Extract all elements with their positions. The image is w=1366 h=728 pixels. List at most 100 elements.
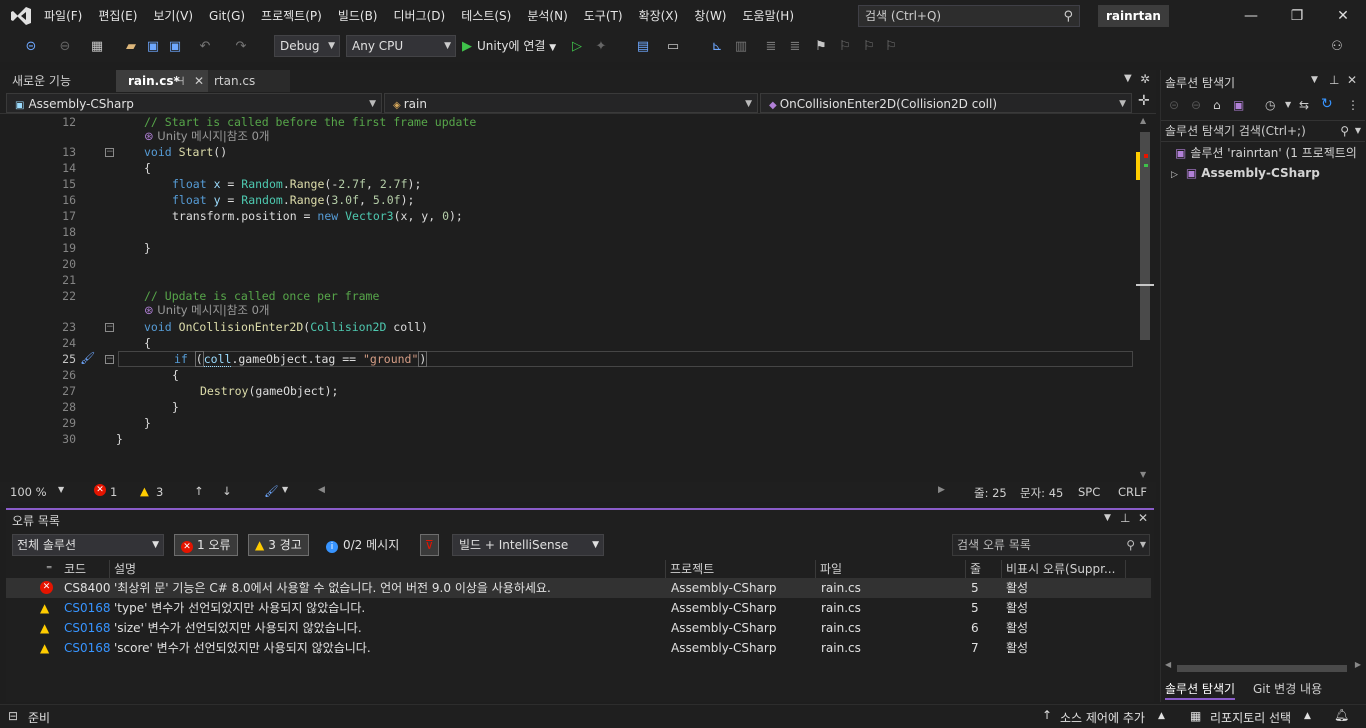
global-search-input[interactable]: 검색 (Ctrl+Q) ⚲: [858, 5, 1080, 27]
attach-unity-button[interactable]: ▶ Unity에 연결 ▼: [462, 35, 556, 57]
select-repository-button[interactable]: 리포지토리 선택: [1210, 709, 1291, 726]
comment-icon[interactable]: ▥: [732, 38, 750, 56]
forward-icon[interactable]: ⊖: [56, 38, 74, 56]
tab-solution-explorer[interactable]: 솔루션 탐색기: [1165, 680, 1236, 700]
live-share-icon[interactable]: ⚇: [1328, 38, 1346, 56]
line-ending-indicator[interactable]: CRLF: [1118, 485, 1147, 499]
scope-select[interactable]: 전체 솔루션 ▼: [12, 534, 164, 556]
close-panel-icon[interactable]: ✕: [1347, 73, 1357, 87]
menu-analyze[interactable]: 분석(N): [519, 0, 575, 32]
tab-rain-cs[interactable]: rain.cs* ⊣ ✕: [116, 70, 208, 92]
pending-changes-icon[interactable]: ◷: [1265, 98, 1275, 112]
member-dropdown[interactable]: ◆ OnCollisionEnter2D(Collision2D coll) ▼: [760, 93, 1132, 113]
table-row[interactable]: ✕ CS8400 '최상위 문' 기능은 C# 8.0에서 사용할 수 없습니다…: [6, 578, 1151, 598]
outdent-icon[interactable]: ≣: [786, 38, 804, 56]
settings-gear-icon[interactable]: ✲: [1140, 72, 1150, 86]
menu-extensions[interactable]: 확장(X): [631, 0, 687, 32]
tree-item-solution[interactable]: ▣ 솔루션 'rainrtan' (1 프로젝트의: [1175, 144, 1365, 162]
menu-test[interactable]: 테스트(S): [453, 0, 519, 32]
back-icon[interactable]: ⊝: [22, 38, 40, 56]
tree-item-project[interactable]: ▷ ▣ Assembly-CSharp: [1171, 164, 1320, 182]
codelens-references[interactable]: ⊛ Unity 메시지|참조 0개: [144, 129, 270, 144]
code-editor[interactable]: 12 13 14 15 16 17 18 19 20 21 22 23 24 2…: [8, 114, 1154, 482]
minimize-icon[interactable]: —: [1228, 0, 1274, 32]
codelens-references[interactable]: ⊛ Unity 메시지|참조 0개: [144, 303, 270, 318]
menu-view[interactable]: 보기(V): [145, 0, 201, 32]
hot-reload-icon[interactable]: ✦: [592, 38, 610, 56]
row-code-link[interactable]: CS0168: [64, 638, 111, 658]
menu-project[interactable]: 프로젝트(P): [253, 0, 330, 32]
expand-icon[interactable]: ▷: [1171, 170, 1178, 180]
collapse-icon[interactable]: −: [105, 148, 114, 157]
arrow-down-icon[interactable]: ↓: [222, 484, 232, 498]
scroll-down-icon[interactable]: ▼: [1140, 470, 1146, 479]
sort-icon[interactable]: ⁼: [42, 560, 58, 578]
chevron-up-icon[interactable]: ▲: [1158, 711, 1165, 721]
close-tab-icon[interactable]: ✕: [194, 70, 204, 92]
arrow-up-icon[interactable]: ↑: [194, 484, 204, 498]
messages-filter-button[interactable]: i 0/2 메시지: [326, 534, 399, 556]
browse-icon[interactable]: ▤: [634, 38, 652, 56]
filter-icon[interactable]: ⊽: [420, 534, 439, 556]
solution-search-input[interactable]: 솔루션 탐색기 검색(Ctrl+;) ⚲ ▼: [1161, 120, 1365, 142]
step-icon[interactable]: ⊾: [708, 38, 726, 56]
header-description[interactable]: 설명: [110, 560, 666, 578]
chevron-up-icon[interactable]: ▲: [1304, 711, 1311, 721]
collapse-icon[interactable]: −: [105, 323, 114, 332]
tab-new-features[interactable]: 새로운 기능: [0, 70, 112, 92]
pin-icon[interactable]: ⊥: [1120, 511, 1130, 525]
save-all-icon[interactable]: ▣: [166, 38, 184, 56]
quick-actions-brush-icon[interactable]: 🖌: [80, 351, 95, 365]
line-indicator[interactable]: 줄: 25: [974, 485, 1007, 501]
error-count[interactable]: 1: [110, 485, 117, 499]
configuration-select[interactable]: Debug ▼: [274, 35, 340, 57]
chevron-down-icon[interactable]: ▼: [58, 485, 64, 494]
menu-tools[interactable]: 도구(T): [576, 0, 631, 32]
start-without-debug-icon[interactable]: ▷: [568, 38, 586, 56]
collapse-icon[interactable]: −: [105, 355, 114, 364]
error-search-input[interactable]: 검색 오류 목록 ⚲ ▼: [952, 534, 1150, 556]
menu-file[interactable]: 파일(F): [36, 0, 90, 32]
save-icon[interactable]: ▣: [144, 38, 162, 56]
header-file[interactable]: 파일: [816, 560, 966, 578]
zoom-level[interactable]: 100 %: [10, 485, 47, 499]
new-project-icon[interactable]: ▦: [88, 38, 106, 56]
undo-icon[interactable]: ↶: [196, 38, 214, 56]
restore-icon[interactable]: ❐: [1274, 0, 1320, 32]
pin-icon[interactable]: ⊣: [174, 70, 184, 92]
indent-icon[interactable]: ≣: [762, 38, 780, 56]
editor-vertical-scrollbar[interactable]: ▲ ▼: [1136, 114, 1154, 482]
chevron-down-icon[interactable]: ▼: [1285, 100, 1291, 109]
table-row[interactable]: ▲ CS0168 'type' 변수가 선언되었지만 사용되지 않았습니다. A…: [6, 598, 1151, 618]
table-row[interactable]: ▲ CS0168 'size' 변수가 선언되었지만 사용되지 않았습니다. A…: [6, 618, 1151, 638]
warnings-filter-button[interactable]: ▲ 3 경고: [248, 534, 309, 556]
scroll-up-icon[interactable]: ▲: [1140, 116, 1146, 125]
project-dropdown[interactable]: ▣ Assembly-CSharp ▼: [6, 93, 382, 113]
menu-build[interactable]: 빌드(B): [330, 0, 386, 32]
more-icon[interactable]: ⋮: [1347, 98, 1359, 112]
errors-filter-button[interactable]: ✕ 1 오류: [174, 534, 238, 556]
layout-icon[interactable]: ▭: [664, 38, 682, 56]
warning-count[interactable]: 3: [156, 485, 163, 499]
back-icon[interactable]: ⊝: [1169, 98, 1179, 112]
tab-git-changes[interactable]: Git 변경 내용: [1253, 680, 1322, 697]
open-folder-icon[interactable]: ▰: [122, 38, 140, 56]
add-source-control-button[interactable]: 소스 제어에 추가: [1060, 709, 1145, 726]
clear-bookmarks-icon[interactable]: ⚐: [882, 38, 900, 56]
forward-icon[interactable]: ⊖: [1191, 98, 1201, 112]
panel-menu-icon[interactable]: ▼: [1311, 75, 1318, 85]
switch-views-icon[interactable]: ▣: [1233, 98, 1244, 112]
header-code[interactable]: 코드: [60, 560, 110, 578]
next-bookmark-icon[interactable]: ⚐: [860, 38, 878, 56]
pin-icon[interactable]: ⊥: [1329, 73, 1339, 87]
row-code-link[interactable]: CS0168: [64, 598, 111, 618]
visual-studio-logo-icon[interactable]: [10, 6, 32, 26]
type-dropdown[interactable]: ◈ rain ▼: [384, 93, 758, 113]
warning-icon[interactable]: ▲: [140, 484, 149, 498]
column-indicator[interactable]: 문자: 45: [1020, 485, 1063, 501]
menu-git[interactable]: Git(G): [201, 0, 253, 32]
scroll-left-icon[interactable]: ◀: [318, 485, 325, 495]
chevron-down-icon[interactable]: ▼: [282, 485, 288, 494]
sync-icon[interactable]: ⇆: [1299, 98, 1309, 112]
scroll-right-icon[interactable]: ▶: [938, 485, 945, 495]
